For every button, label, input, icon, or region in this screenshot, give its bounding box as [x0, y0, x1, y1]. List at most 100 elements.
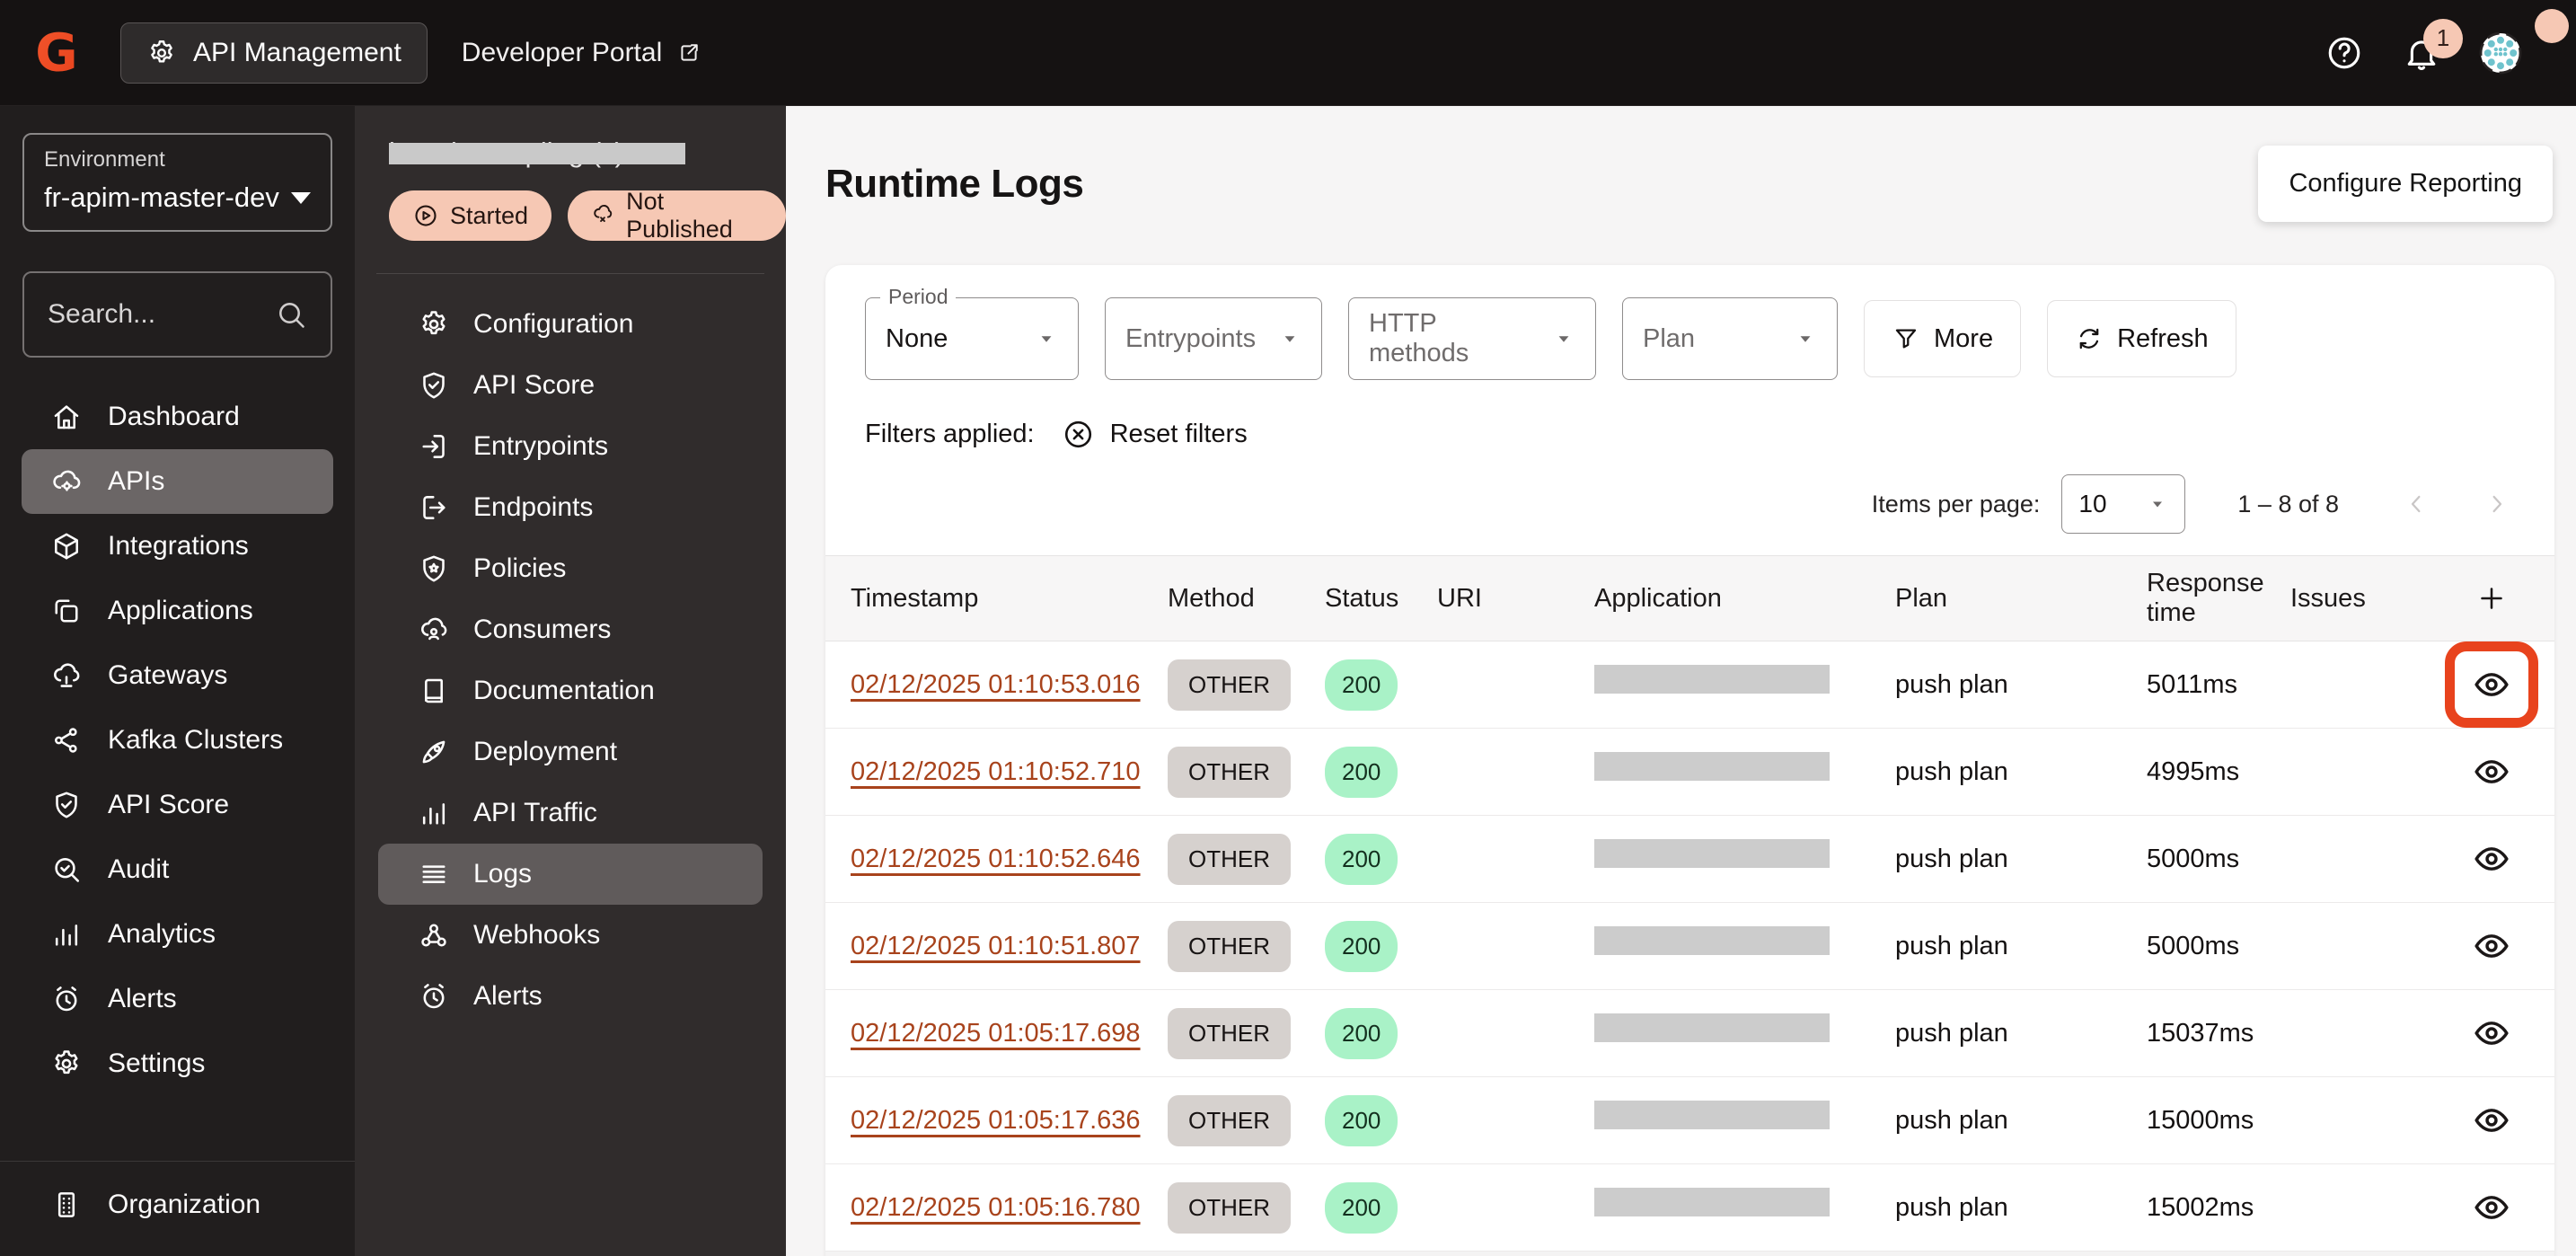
reset-filters-button[interactable]: Reset filters [1062, 418, 1248, 451]
sidebar-item-label: Kafka Clusters [108, 725, 283, 756]
help-icon[interactable] [2325, 33, 2364, 73]
plan-select[interactable]: Plan [1622, 297, 1838, 380]
view-log-button[interactable] [2445, 641, 2538, 728]
page-size-select[interactable]: 10 [2061, 474, 2185, 534]
issues-cell [2276, 641, 2429, 729]
developer-portal-link[interactable]: Developer Portal [462, 38, 701, 68]
search-icon [275, 298, 307, 331]
redaction-bar [1594, 1188, 1830, 1216]
sidebar-item-api-score[interactable]: API Score [22, 773, 333, 837]
logs-icon [418, 858, 450, 890]
avatar[interactable] [2479, 31, 2522, 75]
timestamp-link[interactable]: 02/12/2025 01:05:17.636 [851, 1106, 1141, 1135]
page-range: 1 – 8 of 8 [2237, 491, 2339, 518]
sidebar-item-alerts[interactable]: Alerts [378, 966, 763, 1027]
table-row[interactable]: 02/12/2025 01:10:51.807OTHER200Benoit Te… [825, 903, 2554, 990]
sidebar-divider [0, 1161, 355, 1162]
sidebar-item-integrations[interactable]: Integrations [22, 514, 333, 579]
sidebar-item-label: Analytics [108, 919, 216, 950]
sidebar-item-gateways[interactable]: Gateways [22, 643, 333, 708]
sidebar-item-consumers[interactable]: Consumers [378, 599, 763, 660]
sidebar-item-webhooks[interactable]: Webhooks [378, 905, 763, 966]
add-column-icon[interactable] [2475, 582, 2508, 615]
policies-icon [418, 553, 450, 585]
period-select[interactable]: Period None [865, 297, 1079, 380]
logs-table: Timestamp Method Status URI Application … [825, 555, 2554, 1256]
sidebar-item-endpoints[interactable]: Endpoints [378, 477, 763, 538]
application-redacted: Benoit Test [1594, 665, 1830, 704]
environment-select[interactable]: Environment fr-apim-master-dev [22, 133, 332, 232]
view-log-button[interactable] [2445, 990, 2538, 1076]
sidebar-item-analytics[interactable]: Analytics [22, 902, 333, 967]
table-header-row: Timestamp Method Status URI Application … [825, 556, 2554, 641]
response-time-cell: 5000ms [2132, 816, 2276, 903]
refresh-button[interactable]: Refresh [2047, 300, 2236, 377]
table-row[interactable]: 02/12/2025 01:05:17.698OTHER200Benoit Te… [825, 990, 2554, 1077]
more-filters-button[interactable]: More [1864, 300, 2021, 377]
search-input[interactable]: Search... [22, 271, 332, 358]
view-log-button[interactable] [2445, 1077, 2538, 1163]
status-chip: 200 [1325, 659, 1398, 711]
uri-cell [1423, 729, 1580, 816]
sidebar-footer: Organization [0, 1172, 355, 1237]
sidebar-item-audit[interactable]: Audit [22, 837, 333, 902]
plan-cell: push plan [1881, 1164, 2132, 1252]
view-log-button[interactable] [2445, 816, 2538, 902]
notifications-bell-icon[interactable]: 1 [2402, 33, 2441, 73]
sidebar-item-label: Entrypoints [473, 431, 608, 462]
table-row[interactable]: 02/12/2025 01:05:17.636OTHER200Benoit Te… [825, 1077, 2554, 1164]
view-log-button[interactable] [2445, 1252, 2538, 1256]
table-row[interactable]: 02/12/2025 01:05:16.780OTHER200Benoit Te… [825, 1164, 2554, 1252]
view-log-button[interactable] [2445, 729, 2538, 815]
uri-cell [1423, 816, 1580, 903]
issues-cell [2276, 903, 2429, 990]
chevron-down-icon [1794, 327, 1817, 350]
sidebar-item-applications[interactable]: Applications [22, 579, 333, 643]
sidebar-item-dashboard[interactable]: Dashboard [22, 385, 333, 449]
environment-sidebar: Environment fr-apim-master-dev Search...… [0, 106, 355, 1256]
api-management-button[interactable]: API Management [120, 22, 428, 84]
view-log-button[interactable] [2445, 1164, 2538, 1251]
sidebar-item-settings[interactable]: Settings [22, 1031, 333, 1096]
column-timestamp: Timestamp [825, 556, 1153, 641]
issues-cell [2276, 1164, 2429, 1252]
sidebar-item-kafka-clusters[interactable]: Kafka Clusters [22, 708, 333, 773]
api-nav: Configuration API Score Entrypoints Endpoin… [355, 294, 786, 1027]
sidebar-item-api-score[interactable]: API Score [378, 355, 763, 416]
sidebar-item-apis[interactable]: APIs [22, 449, 333, 514]
gravitee-logo[interactable]: G [27, 23, 86, 83]
sidebar-item-entrypoints[interactable]: Entrypoints [378, 416, 763, 477]
sidebar-item-policies[interactable]: Policies [378, 538, 763, 599]
sidebar-item-documentation[interactable]: Documentation [378, 660, 763, 721]
external-link-icon [676, 40, 701, 66]
timestamp-link[interactable]: 02/12/2025 01:10:52.646 [851, 845, 1141, 873]
table-row[interactable]: 02/12/2025 01:10:53.016OTHER200Benoit Te… [825, 641, 2554, 729]
sidebar-item-api-traffic[interactable]: API Traffic [378, 783, 763, 844]
sidebar-item-organization[interactable]: Organization [22, 1172, 333, 1237]
view-log-button[interactable] [2445, 903, 2538, 989]
table-row[interactable]: 02/12/2025 01:05:13.023OTHER200Benoit Te… [825, 1252, 2554, 1256]
consumers-icon [418, 614, 450, 646]
uri-cell [1423, 903, 1580, 990]
sidebar-item-deployment[interactable]: Deployment [378, 721, 763, 783]
previous-page-icon[interactable] [2402, 490, 2430, 518]
timestamp-link[interactable]: 02/12/2025 01:10:52.710 [851, 757, 1141, 786]
timestamp-link[interactable]: 02/12/2025 01:10:53.016 [851, 670, 1141, 699]
sidebar-item-label: API Score [473, 370, 595, 401]
timestamp-link[interactable]: 02/12/2025 01:05:16.780 [851, 1193, 1141, 1222]
method-chip: OTHER [1168, 747, 1291, 798]
next-page-icon[interactable] [2483, 490, 2511, 518]
table-row[interactable]: 02/12/2025 01:10:52.710OTHER200Benoit Te… [825, 729, 2554, 816]
issues-cell [2276, 1252, 2429, 1256]
configure-reporting-button[interactable]: Configure Reporting [2258, 146, 2553, 222]
timestamp-link[interactable]: 02/12/2025 01:10:51.807 [851, 932, 1141, 960]
sidebar-item-label: Documentation [473, 676, 655, 706]
sidebar-item-logs[interactable]: Logs [378, 844, 763, 905]
sidebar-item-label: API Score [108, 790, 229, 820]
sidebar-item-configuration[interactable]: Configuration [378, 294, 763, 355]
http-methods-select[interactable]: HTTP methods [1348, 297, 1596, 380]
timestamp-link[interactable]: 02/12/2025 01:05:17.698 [851, 1019, 1141, 1048]
entrypoints-select[interactable]: Entrypoints [1105, 297, 1322, 380]
sidebar-item-alerts[interactable]: Alerts [22, 967, 333, 1031]
table-row[interactable]: 02/12/2025 01:10:52.646OTHER200Benoit Te… [825, 816, 2554, 903]
